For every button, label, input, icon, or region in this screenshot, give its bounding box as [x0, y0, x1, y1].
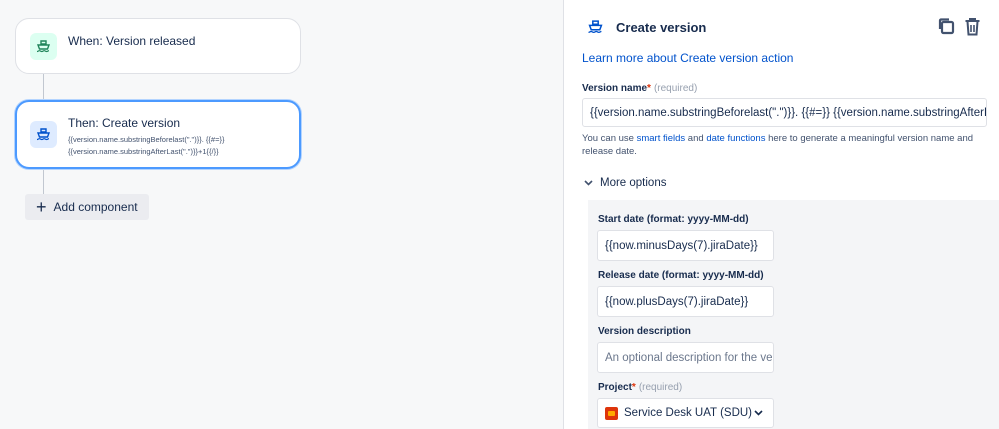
required-star: *	[647, 83, 651, 94]
header-actions	[936, 15, 982, 37]
connector-line	[43, 169, 44, 194]
project-select[interactable]: Service Desk UAT (SDU)	[597, 398, 774, 428]
helper-text: You can use	[582, 133, 637, 144]
helper-text: and	[685, 133, 707, 144]
plus-icon: +	[36, 197, 47, 217]
trigger-card[interactable]: When: Version released	[15, 18, 301, 74]
release-date-input[interactable]: {{now.plusDays(7).jiraDate}}	[597, 286, 774, 317]
action-card[interactable]: Then: Create version {{version.name.subs…	[15, 100, 301, 169]
more-options-section: Start date (format: yyyy-MM-dd) {{now.mi…	[588, 200, 999, 429]
start-date-input[interactable]: {{now.minusDays(7).jiraDate}}	[597, 230, 774, 261]
learn-more-link[interactable]: Learn more about Create version action	[582, 51, 793, 65]
project-avatar-icon	[605, 406, 618, 420]
action-title: Then: Create version	[68, 116, 181, 130]
version-name-helper: You can use smart fields and date functi…	[582, 133, 987, 158]
rule-canvas: When: Version released Then: Create vers…	[0, 0, 563, 429]
panel-title: Create version	[616, 19, 707, 35]
project-label-text: Project	[598, 382, 632, 393]
chevron-down-icon	[584, 180, 594, 186]
date-functions-link[interactable]: date functions	[706, 133, 765, 144]
version-name-input[interactable]: {{version.name.substringBeforelast(".")}…	[582, 98, 987, 127]
ship-icon	[30, 33, 57, 60]
copy-icon[interactable]	[936, 15, 956, 37]
required-hint: (required)	[653, 83, 698, 94]
add-component-button[interactable]: + Add component	[25, 194, 149, 220]
config-panel: Create version Learn more about Create v…	[563, 0, 999, 429]
smart-fields-link[interactable]: smart fields	[637, 133, 686, 144]
project-value: Service Desk UAT (SDU)	[624, 407, 753, 419]
ship-icon	[30, 121, 57, 148]
release-date-label: Release date (format: yyyy-MM-dd)	[598, 270, 764, 281]
start-date-label: Start date (format: yyyy-MM-dd)	[598, 214, 749, 225]
more-options-label: More options	[600, 177, 667, 189]
trigger-title: When: Version released	[68, 34, 196, 48]
add-component-label: Add component	[53, 200, 138, 214]
version-name-label: Version name* (required)	[582, 83, 697, 94]
description-input[interactable]: An optional description for the version	[597, 342, 774, 373]
description-label: Version description	[598, 326, 691, 337]
delete-icon[interactable]	[962, 15, 982, 37]
ship-icon	[584, 16, 606, 38]
required-star: *	[631, 382, 636, 393]
connector-line	[43, 74, 44, 100]
chevron-down-icon	[754, 407, 763, 419]
required-hint: (required)	[638, 382, 683, 393]
panel-header: Create version	[584, 16, 706, 38]
more-options-toggle[interactable]: More options	[584, 177, 666, 189]
project-label: Project* (required)	[598, 382, 682, 393]
action-summary: {{version.name.substringBeforelast(".")}…	[68, 135, 225, 156]
version-name-label-text: Version name	[582, 83, 648, 94]
